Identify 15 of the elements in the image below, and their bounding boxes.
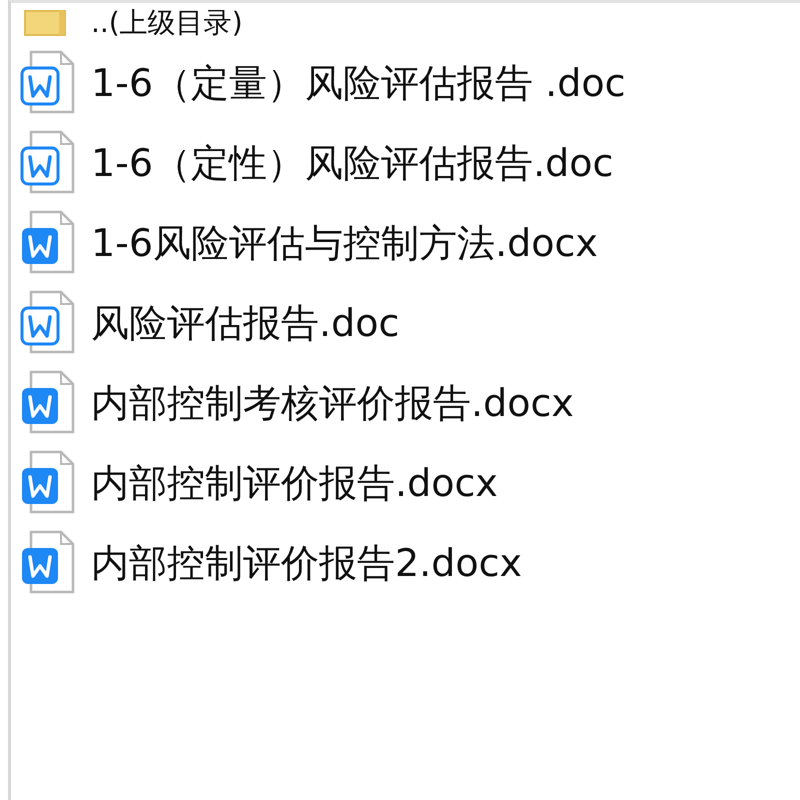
document-icon [19,130,77,196]
file-name[interactable]: 1-6（定量）风险评估报告 .doc [91,58,626,108]
document-icon [19,530,77,596]
document-icon [19,210,77,276]
document-icon [19,450,77,516]
file-name[interactable]: 内部控制评价报告.docx [91,458,498,508]
file-name[interactable]: 1-6风险评估与控制方法.docx [91,218,598,268]
file-name[interactable]: 内部控制考核评价报告.docx [91,378,574,428]
file-name[interactable]: ..(上级目录) [91,4,243,42]
document-icon [19,290,77,356]
file-name[interactable]: 1-6（定性）风险评估报告.doc [91,138,614,188]
document-icon [19,370,77,436]
file-name[interactable]: 内部控制评价报告2.docx [91,538,522,588]
file-name[interactable]: 风险评估报告.doc [91,298,400,348]
document-icon [19,50,77,116]
